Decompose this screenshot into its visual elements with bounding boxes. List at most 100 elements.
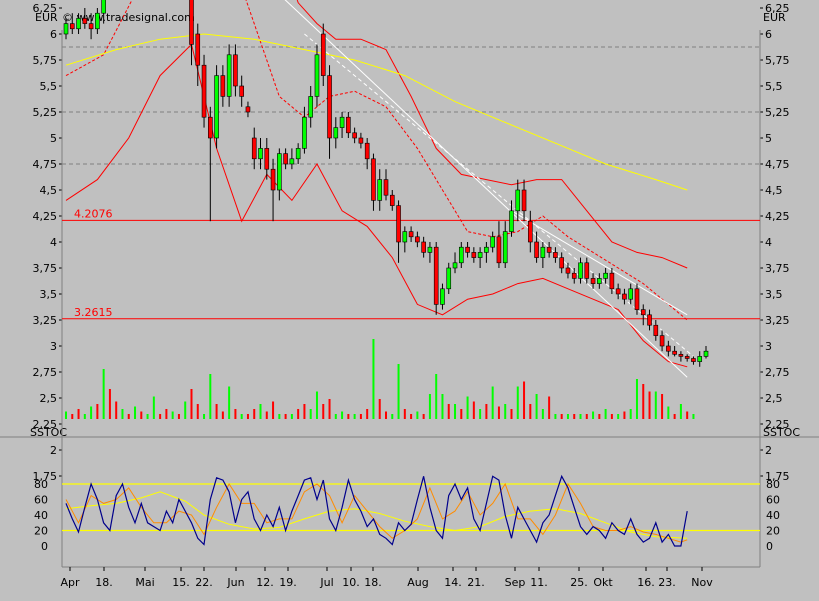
price-level-lines: 4.2076 3.2615 — [62, 207, 760, 320]
candle-body — [528, 220, 533, 243]
stochastic-panel: 80 80 60 60 40 40 20 20 0 0 — [0, 436, 819, 553]
time-tick-label: Apr — [60, 576, 80, 589]
stoch-tick-label-right: 40 — [766, 509, 780, 522]
candle-body — [264, 148, 270, 170]
candle-body — [101, 0, 106, 14]
time-tick-label: Okt — [593, 576, 613, 589]
volume-bar — [83, 414, 86, 419]
volume-bar — [535, 394, 538, 419]
volume-bar — [592, 411, 595, 419]
candle-body — [440, 288, 445, 305]
price-tick-label-right: 3,25 — [765, 314, 790, 327]
candle-body — [277, 153, 282, 191]
volume-bar — [347, 414, 350, 419]
candle-body — [201, 64, 207, 118]
candle-body — [220, 75, 226, 97]
volume-bar — [90, 406, 93, 419]
price-tick-label-left: 5 — [50, 132, 57, 145]
volume-bar — [278, 414, 281, 419]
price-tick-label-right: 4 — [765, 236, 772, 249]
candle-body — [402, 231, 408, 243]
volume-bar — [215, 404, 218, 419]
candle-body — [622, 293, 627, 300]
candle-body — [597, 278, 602, 284]
price-tick-label-right: 4,75 — [765, 158, 790, 171]
candle-body — [496, 236, 502, 264]
price-tick-label-right: 2,25 — [765, 418, 790, 431]
stoch-tick-label-right: 60 — [766, 494, 780, 507]
candle-body — [465, 246, 470, 253]
candle-body — [571, 272, 577, 279]
price-tick-label-left: 3 — [50, 340, 57, 353]
price-tick-label-right: 4,25 — [765, 210, 790, 223]
candle-body — [484, 246, 489, 253]
volume-bar — [548, 396, 551, 419]
volume-bar — [410, 414, 413, 419]
price-tick-label-left: 2,25 — [33, 418, 58, 431]
candle-body — [546, 246, 552, 253]
candle-body — [389, 194, 395, 206]
volume-bar — [315, 391, 318, 419]
candle-body — [628, 288, 634, 300]
candle-body — [521, 189, 527, 212]
volume-bar — [692, 414, 695, 419]
candle-body — [383, 179, 389, 196]
candle-body — [691, 358, 696, 362]
stoch-tick-label-right: 0 — [766, 540, 773, 553]
volume-bar — [504, 404, 507, 419]
volume-bar — [209, 374, 212, 419]
volume-bar — [642, 384, 645, 419]
volume-bar — [159, 414, 162, 419]
candle-body — [415, 236, 420, 243]
candle-body — [339, 116, 345, 128]
volume-bar — [177, 414, 180, 419]
volume-bar — [165, 409, 168, 419]
price-tick-label-left: 3,75 — [33, 262, 58, 275]
candle-body — [226, 54, 232, 97]
volume-bar — [573, 414, 576, 419]
volume-bar — [140, 411, 143, 419]
candle-body — [258, 148, 263, 160]
candle-body — [634, 288, 640, 310]
volume-bar — [679, 404, 682, 419]
candle-body — [208, 116, 213, 139]
price-tick-label-right: 4,5 — [765, 184, 783, 197]
volume-bar — [127, 414, 130, 419]
candle-body — [540, 246, 546, 258]
price-chart-svg: 8,58,2587,757,57,2576,756,56,2565,755,55… — [0, 0, 819, 589]
volume-bar — [479, 409, 482, 419]
volume-bar — [146, 414, 149, 419]
candlesticks — [63, 0, 709, 367]
time-tick-label: 11. — [530, 576, 548, 589]
volume-bar — [203, 414, 206, 419]
candle-body — [82, 18, 88, 24]
price-tick-label-left: 5,5 — [40, 80, 58, 93]
price-tick-label-left: 5,25 — [33, 106, 58, 119]
candle-body — [565, 267, 571, 274]
candle-body — [69, 23, 75, 30]
bollinger-upper-line — [296, 0, 688, 269]
candle-body — [584, 262, 590, 279]
candle-body — [239, 85, 244, 97]
candle-body — [534, 241, 539, 258]
candle-body — [346, 116, 351, 134]
time-axis: Apr 18. Mai 15. 22. Jun 12. 19. Jul 10. 18. Aug 14. 2… — [60, 567, 713, 589]
volume-bar — [71, 414, 74, 419]
price-tick-label-left: 4,75 — [33, 158, 58, 171]
time-tick-label: 19. — [279, 576, 297, 589]
volume-bar — [686, 411, 689, 419]
candle-body — [358, 137, 364, 144]
price-tick-label-left: 2,75 — [33, 366, 58, 379]
volume-bar — [341, 411, 344, 419]
volume-bar — [265, 411, 268, 419]
candle-body — [590, 278, 596, 284]
volume-bar — [648, 391, 651, 419]
time-tick-label: 23. — [658, 576, 676, 589]
candle-body — [245, 106, 251, 113]
time-tick-label: 21. — [467, 576, 485, 589]
volume-bar — [240, 414, 243, 419]
trendlines — [284, 0, 694, 378]
time-tick-label: 16. — [637, 576, 655, 589]
price-tick-label-left: 4,25 — [33, 210, 58, 223]
volume-bar — [397, 364, 400, 419]
